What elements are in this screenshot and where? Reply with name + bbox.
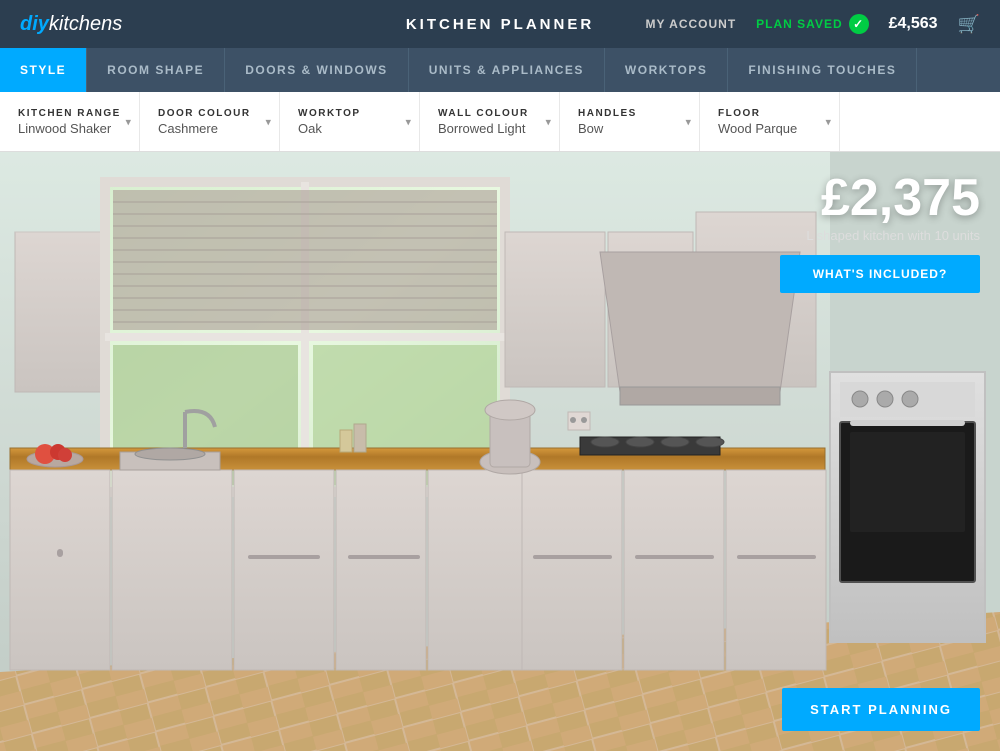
start-planning-button[interactable]: START PLANNING: [782, 688, 980, 731]
floor-label: FLOOR: [718, 108, 821, 119]
nav-item-finishing-touches[interactable]: FINISHING TOUCHES: [728, 48, 917, 92]
kitchen-description: L shaped kitchen with 10 units: [780, 228, 980, 243]
total-price: £4,563: [889, 15, 938, 33]
nav-item-worktops[interactable]: WORKTOPS: [605, 48, 728, 92]
handles-value: Bow: [578, 121, 681, 136]
cart-icon[interactable]: 🛒: [958, 14, 980, 35]
kitchen-range-picker[interactable]: KITCHEN RANGE Linwood Shaker: [0, 92, 140, 151]
door-colour-label: DOOR COLOUR: [158, 108, 261, 119]
worktop-label: WORKTOP: [298, 108, 401, 119]
wall-colour-picker[interactable]: WALL COLOUR Borrowed Light: [420, 92, 560, 151]
secondary-navigation: STYLE ROOM SHAPE DOORS & WINDOWS UNITS &…: [0, 48, 1000, 92]
nav-item-units-appliances[interactable]: UNITS & APPLIANCES: [409, 48, 605, 92]
kitchen-canvas: £2,375 L shaped kitchen with 10 units WH…: [0, 152, 1000, 751]
kitchen-range-value: Linwood Shaker: [18, 121, 121, 136]
floor-value: Wood Parque: [718, 121, 821, 136]
plan-saved-label: PLAN SAVED: [756, 17, 842, 31]
whats-included-button[interactable]: WHAT'S INCLUDED?: [780, 255, 980, 293]
kitchen-range-label: KITCHEN RANGE: [18, 108, 121, 119]
page-title: KITCHEN PLANNER: [406, 16, 594, 33]
wall-colour-label: WALL COLOUR: [438, 108, 541, 119]
floor-picker[interactable]: FLOOR Wood Parque: [700, 92, 840, 151]
wall-colour-value: Borrowed Light: [438, 121, 541, 136]
plan-saved-indicator: PLAN SAVED ✓: [756, 14, 868, 34]
price-overlay: £2,375 L shaped kitchen with 10 units WH…: [780, 172, 980, 293]
top-nav-right: MY ACCOUNT PLAN SAVED ✓ £4,563 🛒: [646, 14, 980, 35]
worktop-value: Oak: [298, 121, 401, 136]
nav-item-doors-windows[interactable]: DOORS & WINDOWS: [225, 48, 409, 92]
door-colour-value: Cashmere: [158, 121, 261, 136]
nav-item-style[interactable]: STYLE: [0, 48, 87, 92]
nav-item-room-shape[interactable]: ROOM SHAPE: [87, 48, 225, 92]
handles-picker[interactable]: HANDLES Bow: [560, 92, 700, 151]
style-toolbar: KITCHEN RANGE Linwood Shaker DOOR COLOUR…: [0, 92, 1000, 152]
kitchen-price: £2,375: [780, 172, 980, 224]
handles-label: HANDLES: [578, 108, 681, 119]
logo[interactable]: diy kitchens: [20, 13, 122, 36]
door-colour-picker[interactable]: DOOR COLOUR Cashmere: [140, 92, 280, 151]
logo-diy: diy: [20, 13, 49, 36]
top-navigation: diy kitchens KITCHEN PLANNER MY ACCOUNT …: [0, 0, 1000, 48]
logo-kitchens: kitchens: [49, 13, 122, 36]
plan-saved-check-icon: ✓: [849, 14, 869, 34]
my-account-link[interactable]: MY ACCOUNT: [646, 17, 737, 31]
worktop-picker[interactable]: WORKTOP Oak: [280, 92, 420, 151]
